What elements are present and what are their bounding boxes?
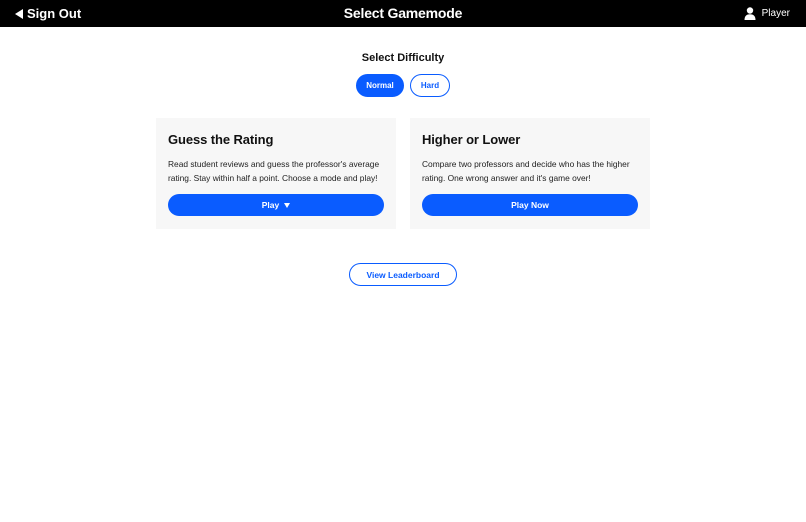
- difficulty-normal-button[interactable]: Normal: [356, 74, 404, 97]
- difficulty-hard-button[interactable]: Hard: [410, 74, 450, 97]
- sign-out-label: Sign Out: [27, 6, 82, 21]
- view-leaderboard-button[interactable]: View Leaderboard: [349, 263, 457, 286]
- top-bar: Sign Out Select Gamemode Player: [0, 0, 806, 27]
- page-title: Select Gamemode: [343, 5, 463, 21]
- play-button-label: Play: [261, 200, 280, 210]
- card-description: Compare two professors and decide who ha…: [422, 159, 630, 183]
- caret-down-icon: [284, 202, 291, 208]
- sign-out-button[interactable]: Sign Out: [15, 0, 81, 27]
- user-menu[interactable]: Player: [744, 0, 790, 27]
- user-icon: [744, 7, 756, 20]
- play-now-button[interactable]: Play Now: [422, 194, 638, 216]
- card-description: Read student reviews and guess the profe…: [168, 159, 380, 183]
- card-title: Guess the Rating: [168, 132, 274, 147]
- user-label: Player: [761, 8, 790, 19]
- higher-or-lower-card: Higher or Lower Compare two professors a…: [410, 118, 650, 229]
- page: Sign Out Select Gamemode Player Select D…: [0, 0, 806, 522]
- play-now-label: Play Now: [511, 200, 549, 210]
- play-dropdown-button[interactable]: Play: [168, 194, 384, 216]
- card-title: Higher or Lower: [422, 132, 521, 147]
- guess-the-rating-card: Guess the Rating Read student reviews an…: [156, 118, 396, 229]
- difficulty-title: Select Difficulty: [361, 52, 445, 64]
- back-triangle-icon: [15, 8, 23, 19]
- difficulty-selector: Normal Hard: [0, 74, 806, 97]
